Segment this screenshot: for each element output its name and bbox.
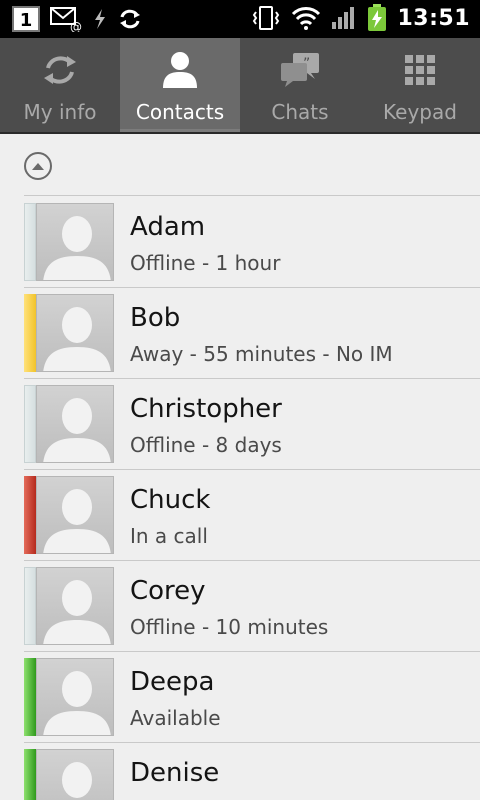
presence-indicator-busy bbox=[24, 476, 36, 554]
avatar bbox=[36, 203, 114, 281]
contact-name: Corey bbox=[130, 576, 206, 606]
contact-name: Adam bbox=[130, 212, 206, 242]
lightning-icon bbox=[92, 8, 108, 30]
svg-text:”: ” bbox=[303, 56, 310, 72]
tab-keypad[interactable]: Keypad bbox=[360, 38, 480, 132]
contact-name: Deepa bbox=[130, 667, 215, 697]
tab-chats[interactable]: ” Chats bbox=[240, 38, 360, 132]
notification-count-badge: 1 bbox=[12, 6, 40, 32]
presence-indicator-available bbox=[24, 658, 36, 736]
status-bar-notifications: 1 @ bbox=[12, 6, 142, 32]
vibrate-icon bbox=[251, 5, 281, 31]
collapse-group-button[interactable] bbox=[24, 152, 52, 180]
default-avatar-icon bbox=[43, 307, 111, 371]
contact-name: Chuck bbox=[130, 485, 211, 515]
chevron-up-icon bbox=[32, 163, 44, 170]
contact-status: Offline - 1 hour bbox=[130, 251, 281, 275]
contact-name: Bob bbox=[130, 303, 181, 333]
default-avatar-icon bbox=[43, 398, 111, 462]
status-bar: 1 @ 13:51 bbox=[0, 0, 480, 38]
contact-row-bob[interactable]: Bob Away - 55 minutes - No IM bbox=[0, 288, 480, 379]
contact-status: Offline - 8 days bbox=[130, 433, 282, 457]
tab-bar: My info Contacts ” Chats Keypad bbox=[0, 38, 480, 134]
contact-status: Available bbox=[130, 706, 221, 730]
contact-name: Christopher bbox=[130, 394, 282, 424]
tab-label: Keypad bbox=[383, 100, 457, 124]
avatar bbox=[36, 658, 114, 736]
sync-icon bbox=[118, 8, 142, 30]
contact-row-deepa[interactable]: Deepa Available bbox=[0, 652, 480, 743]
tab-my-info[interactable]: My info bbox=[0, 38, 120, 132]
presence-indicator-offline bbox=[24, 203, 36, 281]
divider bbox=[24, 195, 480, 196]
avatar bbox=[36, 749, 114, 800]
keypad-icon bbox=[403, 50, 437, 90]
svg-text:@: @ bbox=[70, 20, 82, 32]
tab-label: My info bbox=[23, 100, 97, 124]
contact-row-christopher[interactable]: Christopher Offline - 8 days bbox=[0, 379, 480, 470]
contact-row-corey[interactable]: Corey Offline - 10 minutes bbox=[0, 561, 480, 652]
person-icon bbox=[160, 50, 200, 90]
status-bar-system: 13:51 bbox=[251, 4, 470, 32]
presence-indicator-offline bbox=[24, 385, 36, 463]
default-avatar-icon bbox=[43, 489, 111, 553]
contact-row-chuck[interactable]: Chuck In a call bbox=[0, 470, 480, 561]
avatar bbox=[36, 567, 114, 645]
tab-label: Chats bbox=[271, 100, 329, 124]
sync-icon bbox=[40, 50, 80, 90]
contact-name: Denise bbox=[130, 758, 220, 788]
tab-label: Contacts bbox=[135, 100, 225, 124]
battery-charging-icon bbox=[367, 4, 387, 32]
presence-indicator-available bbox=[24, 749, 36, 800]
mail-icon: @ bbox=[50, 6, 82, 32]
clock-time: 13:51 bbox=[397, 5, 470, 31]
signal-strength-icon bbox=[331, 6, 357, 30]
avatar bbox=[36, 294, 114, 372]
group-header bbox=[0, 136, 480, 196]
default-avatar-icon bbox=[43, 580, 111, 644]
chat-bubbles-icon: ” bbox=[279, 50, 321, 90]
avatar bbox=[36, 476, 114, 554]
presence-indicator-away bbox=[24, 294, 36, 372]
avatar bbox=[36, 385, 114, 463]
contact-status: Away - 55 minutes - No IM bbox=[130, 342, 393, 366]
presence-indicator-offline bbox=[24, 567, 36, 645]
contact-status: Offline - 10 minutes bbox=[130, 615, 329, 639]
wifi-icon bbox=[291, 5, 321, 31]
default-avatar-icon bbox=[43, 671, 111, 735]
contact-row-adam[interactable]: Adam Offline - 1 hour bbox=[0, 197, 480, 288]
contact-status: In a call bbox=[130, 524, 208, 548]
default-avatar-icon bbox=[62, 762, 92, 798]
tab-contacts[interactable]: Contacts bbox=[120, 38, 240, 132]
default-avatar-icon bbox=[43, 216, 111, 280]
contact-list: Adam Offline - 1 hour Bob Away - 55 minu… bbox=[0, 197, 480, 800]
contact-row-denise[interactable]: Denise bbox=[0, 743, 480, 800]
